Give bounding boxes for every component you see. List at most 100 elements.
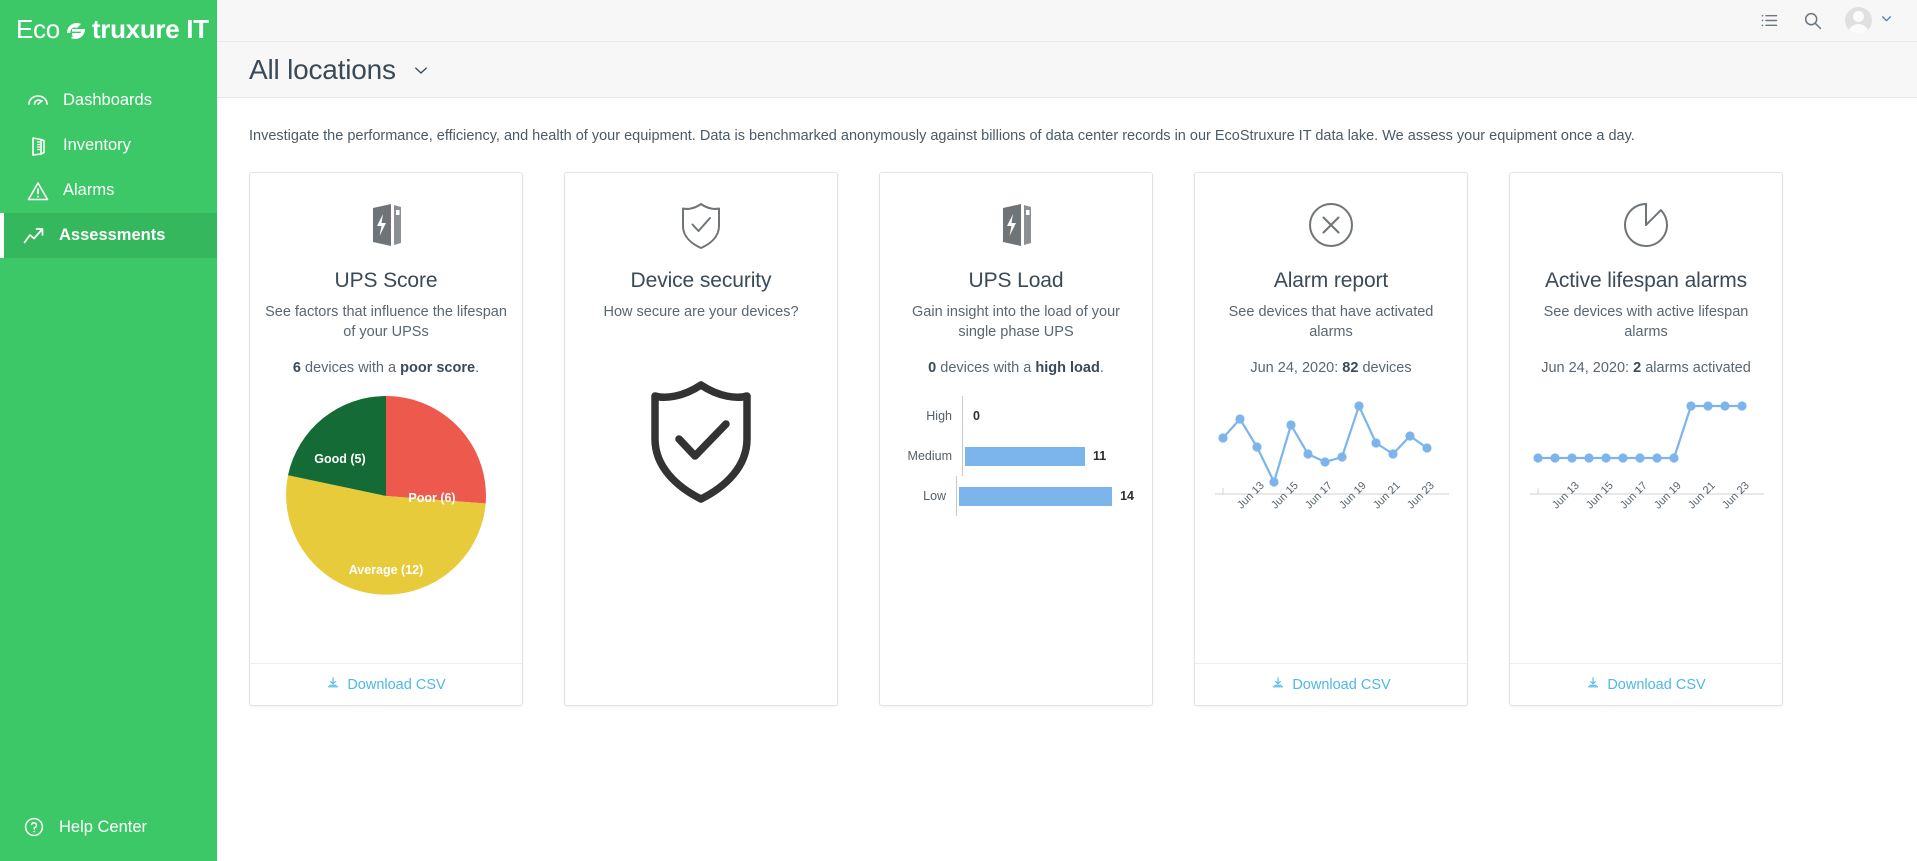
card-body-active-lifespan-alarms: Active lifespan alarms See devices with … xyxy=(1510,173,1782,663)
device-security-illustration xyxy=(579,377,823,507)
pie-chart-svg: Poor (6) Average (12) Good (5) xyxy=(280,390,492,602)
top-bar xyxy=(217,0,1917,42)
sidebar-nav: Dashboards Inventory xyxy=(0,78,217,258)
bar-label-medium: Medium xyxy=(898,449,962,463)
sidebar-item-inventory[interactable]: Inventory xyxy=(0,123,217,168)
card-stat-alarm-report: Jun 24, 2020: 82 devices xyxy=(1250,360,1411,376)
dashboards-icon xyxy=(25,88,51,114)
location-chevron-down-icon[interactable] xyxy=(412,61,430,79)
card-stat-ups-load: 0 devices with a high load. xyxy=(928,360,1104,376)
card-title-active-lifespan-alarms: Active lifespan alarms xyxy=(1545,269,1747,293)
bar-label-high: High xyxy=(898,409,962,423)
bar-value-medium: 11 xyxy=(1093,449,1106,463)
download-csv-button-active-lifespan-alarms[interactable]: Download CSV xyxy=(1510,663,1782,705)
bar-value-low: 14 xyxy=(1120,489,1134,503)
bar-fill-low xyxy=(959,487,1112,506)
download-icon xyxy=(1271,676,1285,694)
card-active-lifespan-alarms[interactable]: Active lifespan alarms See devices with … xyxy=(1509,172,1783,706)
bar-fill-medium xyxy=(965,447,1085,466)
sidebar-item-dashboards[interactable]: Dashboards xyxy=(0,78,217,123)
stat-date: Jun 24, 2020: xyxy=(1541,360,1633,376)
card-title-device-security: Device security xyxy=(631,269,772,293)
download-csv-label: Download CSV xyxy=(347,677,445,693)
help-center-label: Help Center xyxy=(59,818,147,837)
card-body-alarm-report: Alarm report See devices that have activ… xyxy=(1195,173,1467,663)
sidebar-item-label-alarms: Alarms xyxy=(63,181,114,200)
user-avatar-icon xyxy=(1845,7,1872,34)
download-csv-label: Download CSV xyxy=(1292,677,1390,693)
page-title: All locations xyxy=(249,54,396,86)
pie-label-poor: Poor (6) xyxy=(408,491,455,505)
card-alarm-report[interactable]: Alarm report See devices that have activ… xyxy=(1194,172,1468,706)
card-device-security[interactable]: Device security How secure are your devi… xyxy=(564,172,838,706)
chart-ups-load-bar: High 0 Medium 11 xyxy=(894,396,1138,516)
chart-ups-score-pie: Poor (6) Average (12) Good (5) xyxy=(264,390,508,602)
download-csv-label: Download CSV xyxy=(1607,677,1705,693)
brand-logo[interactable]: Eco truxure IT xyxy=(0,0,217,58)
ups-device-icon xyxy=(990,195,1042,255)
stat-text-3: . xyxy=(475,360,479,376)
user-menu[interactable] xyxy=(1845,7,1893,34)
stat-value-alarm-count: 2 xyxy=(1633,360,1641,376)
bar-row-low: Low 14 xyxy=(898,476,1134,516)
main-content: All locations Investigate the performanc… xyxy=(217,0,1917,861)
shield-check-icon xyxy=(677,195,725,255)
stat-value-poor-count: 6 xyxy=(293,360,301,376)
search-icon[interactable] xyxy=(1802,10,1823,31)
active-lifespan-line-svg xyxy=(1524,386,1768,496)
stat-text-poor-score: poor score xyxy=(400,360,475,376)
active-lifespan-tick-labels: Jun 13 Jun 15 Jun 17 Jun 19 Jun 21 Jun 2… xyxy=(1524,501,1768,541)
card-subtitle-alarm-report: See devices that have activated alarms xyxy=(1209,303,1453,342)
card-body-device-security: Device security How secure are your devi… xyxy=(565,173,837,705)
card-ups-load[interactable]: UPS Load Gain insight into the load of y… xyxy=(879,172,1153,706)
card-subtitle-active-lifespan-alarms: See devices with active lifespan alarms xyxy=(1524,303,1768,342)
sidebar-item-label-assessments: Assessments xyxy=(59,226,165,245)
page-header: All locations xyxy=(217,42,1917,98)
assessments-chart-icon xyxy=(21,223,47,249)
sidebar-item-label-inventory: Inventory xyxy=(63,136,131,155)
chart-alarm-report-line: Jun 13 Jun 15 Jun 17 Jun 19 Jun 21 Jun 2… xyxy=(1209,386,1453,541)
app-root: Eco truxure IT xyxy=(0,0,1917,861)
card-body-ups-load: UPS Load Gain insight into the load of y… xyxy=(880,173,1152,705)
card-title-ups-score: UPS Score xyxy=(335,269,438,293)
alarms-warning-icon xyxy=(25,178,51,204)
bar-label-low: Low xyxy=(898,489,956,503)
bar-value-high: 0 xyxy=(973,409,980,423)
card-title-ups-load: UPS Load xyxy=(969,269,1064,293)
bar-row-medium: Medium 11 xyxy=(898,436,1134,476)
alarm-report-tick-labels: Jun 13 Jun 15 Jun 17 Jun 19 Jun 21 Jun 2… xyxy=(1209,501,1453,541)
card-stat-ups-score: 6 devices with a poor score. xyxy=(293,360,479,376)
download-icon xyxy=(1586,676,1600,694)
download-csv-button-ups-score[interactable]: Download CSV xyxy=(250,663,522,705)
bar-track-medium: 11 xyxy=(963,447,1134,466)
stat-text-devices: devices xyxy=(1358,360,1411,376)
brand-text-bold: truxure IT xyxy=(92,14,209,45)
list-view-icon[interactable] xyxy=(1759,10,1780,31)
ecostruxure-logo-icon xyxy=(61,16,91,46)
stat-date: Jun 24, 2020: xyxy=(1250,360,1342,376)
sidebar-item-label-dashboards: Dashboards xyxy=(63,91,152,110)
stat-text-high-load: high load xyxy=(1035,360,1099,376)
sidebar-item-alarms[interactable]: Alarms xyxy=(0,168,217,213)
assessment-cards: UPS Score See factors that influence the… xyxy=(217,146,1917,706)
inventory-icon xyxy=(25,133,51,159)
card-body-ups-score: UPS Score See factors that influence the… xyxy=(250,173,522,663)
brand-text-light: Eco xyxy=(16,14,60,45)
bar-track-high: 0 xyxy=(963,407,1134,426)
alarm-report-line-svg xyxy=(1209,386,1453,496)
card-ups-score[interactable]: UPS Score See factors that influence the… xyxy=(249,172,523,706)
bar-row-high: High 0 xyxy=(898,396,1134,436)
bar-track-low: 14 xyxy=(957,487,1134,506)
card-subtitle-device-security: How secure are your devices? xyxy=(603,303,798,323)
download-icon xyxy=(326,676,340,694)
stat-text-3: . xyxy=(1100,360,1104,376)
card-title-alarm-report: Alarm report xyxy=(1274,269,1388,293)
question-circle-icon xyxy=(21,814,47,840)
shield-check-large-icon xyxy=(641,377,761,507)
sidebar-item-help-center[interactable]: Help Center xyxy=(0,809,147,845)
download-csv-button-alarm-report[interactable]: Download CSV xyxy=(1195,663,1467,705)
chevron-down-icon xyxy=(1880,12,1893,30)
x-circle-icon xyxy=(1306,195,1356,255)
sidebar-item-assessments[interactable]: Assessments xyxy=(0,213,217,258)
brand-text: Eco truxure IT xyxy=(16,14,209,45)
